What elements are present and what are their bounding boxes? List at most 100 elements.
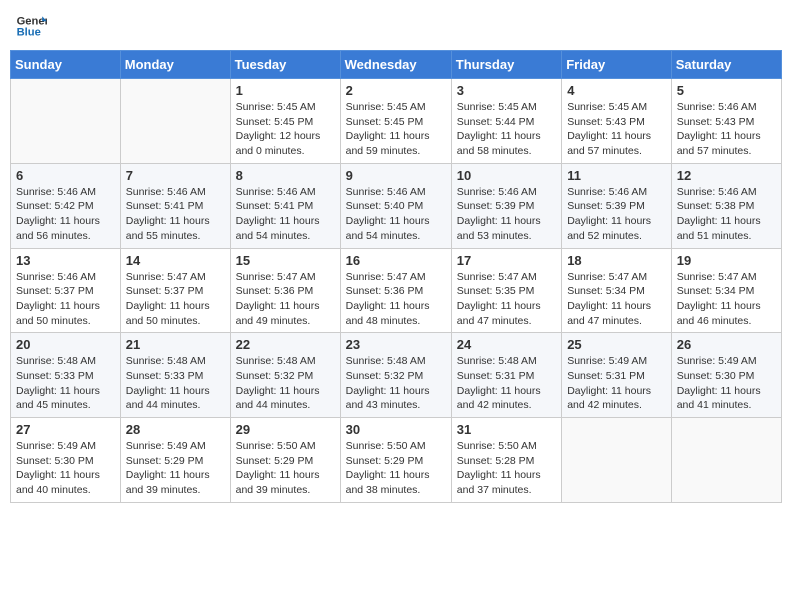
- day-number: 4: [567, 83, 666, 98]
- day-number: 21: [126, 337, 225, 352]
- day-number: 25: [567, 337, 666, 352]
- calendar-cell: 20 Sunrise: 5:48 AM Sunset: 5:33 PM Dayli…: [11, 333, 121, 418]
- day-info: Sunrise: 5:45 AM Sunset: 5:45 PM Dayligh…: [346, 100, 446, 159]
- calendar-cell: 23 Sunrise: 5:48 AM Sunset: 5:32 PM Dayli…: [340, 333, 451, 418]
- day-number: 30: [346, 422, 446, 437]
- calendar-cell: 27Sunrise: 5:49 AM Sunset: 5:30 PM Dayli…: [11, 418, 121, 503]
- day-number: 29: [236, 422, 335, 437]
- day-info: Sunrise: 5:47 AM Sunset: 5:36 PM Dayligh…: [346, 270, 446, 329]
- calendar-cell: 15 Sunrise: 5:47 AM Sunset: 5:36 PM Dayli…: [230, 248, 340, 333]
- day-number: 1: [236, 83, 335, 98]
- day-number: 3: [457, 83, 556, 98]
- day-number: 19: [677, 253, 776, 268]
- day-info: Sunrise: 5:46 AM Sunset: 5:42 PM Dayligh…: [16, 185, 115, 244]
- calendar-cell: 7Sunrise: 5:46 AM Sunset: 5:41 PM Daylig…: [120, 163, 230, 248]
- weekday-header-saturday: Saturday: [671, 51, 781, 79]
- day-info: Sunrise: 5:49 AM Sunset: 5:30 PM Dayligh…: [677, 354, 776, 413]
- calendar-cell: 8 Sunrise: 5:46 AM Sunset: 5:41 PM Daylig…: [230, 163, 340, 248]
- calendar-cell: 30 Sunrise: 5:50 AM Sunset: 5:29 PM Dayli…: [340, 418, 451, 503]
- day-number: 24: [457, 337, 556, 352]
- calendar-cell: 25 Sunrise: 5:49 AM Sunset: 5:31 PM Dayli…: [562, 333, 672, 418]
- calendar-cell: 21 Sunrise: 5:48 AM Sunset: 5:33 PM Dayli…: [120, 333, 230, 418]
- calendar-cell: 18 Sunrise: 5:47 AM Sunset: 5:34 PM Dayli…: [562, 248, 672, 333]
- day-info: Sunrise: 5:46 AM Sunset: 5:41 PM Dayligh…: [236, 185, 335, 244]
- calendar-cell: 29 Sunrise: 5:50 AM Sunset: 5:29 PM Dayli…: [230, 418, 340, 503]
- calendar-cell: 4 Sunrise: 5:45 AM Sunset: 5:43 PM Daylig…: [562, 79, 672, 164]
- day-info: Sunrise: 5:45 AM Sunset: 5:43 PM Dayligh…: [567, 100, 666, 159]
- day-info: Sunrise: 5:45 AM Sunset: 5:44 PM Dayligh…: [457, 100, 556, 159]
- day-number: 2: [346, 83, 446, 98]
- calendar-cell: [562, 418, 672, 503]
- day-number: 8: [236, 168, 335, 183]
- calendar-cell: 26 Sunrise: 5:49 AM Sunset: 5:30 PM Dayli…: [671, 333, 781, 418]
- day-info: Sunrise: 5:48 AM Sunset: 5:33 PM Dayligh…: [126, 354, 225, 413]
- day-info: Sunrise: 5:46 AM Sunset: 5:38 PM Dayligh…: [677, 185, 776, 244]
- page-header: General Blue: [10, 10, 782, 42]
- day-info: Sunrise: 5:48 AM Sunset: 5:33 PM Dayligh…: [16, 354, 115, 413]
- calendar-cell: 12 Sunrise: 5:46 AM Sunset: 5:38 PM Dayli…: [671, 163, 781, 248]
- calendar-cell: 19 Sunrise: 5:47 AM Sunset: 5:34 PM Dayli…: [671, 248, 781, 333]
- day-number: 16: [346, 253, 446, 268]
- day-info: Sunrise: 5:47 AM Sunset: 5:37 PM Dayligh…: [126, 270, 225, 329]
- calendar-cell: 1 Sunrise: 5:45 AM Sunset: 5:45 PM Daylig…: [230, 79, 340, 164]
- calendar-cell: 28Sunrise: 5:49 AM Sunset: 5:29 PM Dayli…: [120, 418, 230, 503]
- day-info: Sunrise: 5:47 AM Sunset: 5:34 PM Dayligh…: [677, 270, 776, 329]
- day-number: 13: [16, 253, 115, 268]
- calendar-cell: 13Sunrise: 5:46 AM Sunset: 5:37 PM Dayli…: [11, 248, 121, 333]
- day-info: Sunrise: 5:49 AM Sunset: 5:31 PM Dayligh…: [567, 354, 666, 413]
- day-number: 18: [567, 253, 666, 268]
- calendar-cell: 6 Sunrise: 5:46 AM Sunset: 5:42 PM Daylig…: [11, 163, 121, 248]
- day-info: Sunrise: 5:46 AM Sunset: 5:43 PM Dayligh…: [677, 100, 776, 159]
- day-number: 9: [346, 168, 446, 183]
- day-info: Sunrise: 5:50 AM Sunset: 5:28 PM Dayligh…: [457, 439, 556, 498]
- calendar-cell: 3 Sunrise: 5:45 AM Sunset: 5:44 PM Daylig…: [451, 79, 561, 164]
- weekday-header-thursday: Thursday: [451, 51, 561, 79]
- day-info: Sunrise: 5:46 AM Sunset: 5:41 PM Dayligh…: [126, 185, 225, 244]
- calendar-cell: [120, 79, 230, 164]
- day-info: Sunrise: 5:50 AM Sunset: 5:29 PM Dayligh…: [236, 439, 335, 498]
- day-info: Sunrise: 5:46 AM Sunset: 5:40 PM Dayligh…: [346, 185, 446, 244]
- calendar-cell: 16 Sunrise: 5:47 AM Sunset: 5:36 PM Dayli…: [340, 248, 451, 333]
- day-number: 28: [126, 422, 225, 437]
- weekday-header-friday: Friday: [562, 51, 672, 79]
- day-info: Sunrise: 5:46 AM Sunset: 5:39 PM Dayligh…: [567, 185, 666, 244]
- day-number: 31: [457, 422, 556, 437]
- day-info: Sunrise: 5:48 AM Sunset: 5:32 PM Dayligh…: [346, 354, 446, 413]
- day-number: 20: [16, 337, 115, 352]
- logo: General Blue: [15, 10, 47, 42]
- day-number: 15: [236, 253, 335, 268]
- day-info: Sunrise: 5:46 AM Sunset: 5:39 PM Dayligh…: [457, 185, 556, 244]
- day-number: 26: [677, 337, 776, 352]
- calendar-cell: 22Sunrise: 5:48 AM Sunset: 5:32 PM Dayli…: [230, 333, 340, 418]
- day-number: 23: [346, 337, 446, 352]
- day-number: 10: [457, 168, 556, 183]
- calendar-cell: [11, 79, 121, 164]
- day-number: 11: [567, 168, 666, 183]
- calendar-table: SundayMondayTuesdayWednesdayThursdayFrid…: [10, 50, 782, 503]
- day-info: Sunrise: 5:47 AM Sunset: 5:35 PM Dayligh…: [457, 270, 556, 329]
- calendar-cell: 10 Sunrise: 5:46 AM Sunset: 5:39 PM Dayli…: [451, 163, 561, 248]
- day-number: 5: [677, 83, 776, 98]
- weekday-header-wednesday: Wednesday: [340, 51, 451, 79]
- calendar-cell: 11 Sunrise: 5:46 AM Sunset: 5:39 PM Dayli…: [562, 163, 672, 248]
- day-number: 6: [16, 168, 115, 183]
- logo-icon: General Blue: [15, 10, 47, 42]
- calendar-cell: 5 Sunrise: 5:46 AM Sunset: 5:43 PM Daylig…: [671, 79, 781, 164]
- day-info: Sunrise: 5:50 AM Sunset: 5:29 PM Dayligh…: [346, 439, 446, 498]
- day-number: 12: [677, 168, 776, 183]
- calendar-cell: 17 Sunrise: 5:47 AM Sunset: 5:35 PM Dayli…: [451, 248, 561, 333]
- weekday-header-tuesday: Tuesday: [230, 51, 340, 79]
- day-info: Sunrise: 5:45 AM Sunset: 5:45 PM Dayligh…: [236, 100, 335, 159]
- day-info: Sunrise: 5:48 AM Sunset: 5:32 PM Dayligh…: [236, 354, 335, 413]
- calendar-cell: 14 Sunrise: 5:47 AM Sunset: 5:37 PM Dayli…: [120, 248, 230, 333]
- calendar-cell: [671, 418, 781, 503]
- day-info: Sunrise: 5:47 AM Sunset: 5:34 PM Dayligh…: [567, 270, 666, 329]
- day-number: 14: [126, 253, 225, 268]
- day-number: 27: [16, 422, 115, 437]
- day-info: Sunrise: 5:47 AM Sunset: 5:36 PM Dayligh…: [236, 270, 335, 329]
- calendar-cell: 24Sunrise: 5:48 AM Sunset: 5:31 PM Dayli…: [451, 333, 561, 418]
- calendar-cell: 2 Sunrise: 5:45 AM Sunset: 5:45 PM Daylig…: [340, 79, 451, 164]
- day-number: 17: [457, 253, 556, 268]
- calendar-cell: 31 Sunrise: 5:50 AM Sunset: 5:28 PM Dayli…: [451, 418, 561, 503]
- calendar-cell: 9 Sunrise: 5:46 AM Sunset: 5:40 PM Daylig…: [340, 163, 451, 248]
